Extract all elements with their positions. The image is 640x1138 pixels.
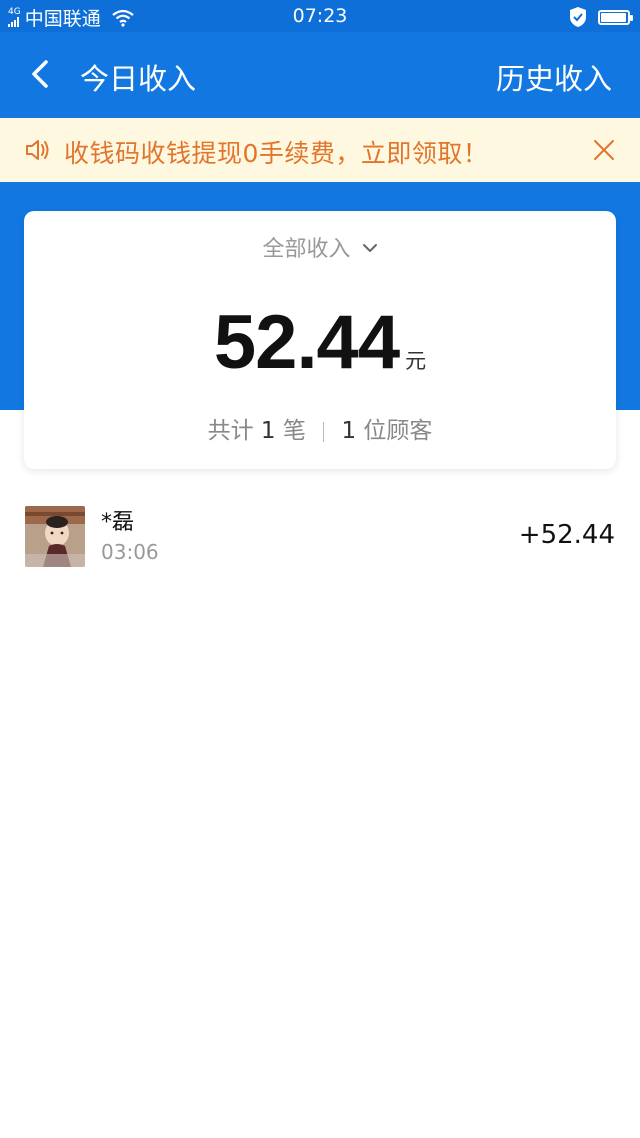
promo-notice-bar[interactable]: 收钱码收钱提现0手续费，立即领取！ — [0, 118, 640, 182]
back-arrow-icon[interactable] — [22, 54, 62, 94]
income-filter-dropdown[interactable]: 全部收入 — [24, 231, 616, 263]
divider — [323, 421, 325, 442]
payment-amount: +52.44 — [518, 520, 615, 550]
status-bar: 4G 中国联通 07:23 — [0, 0, 640, 32]
meta-prefix: 共计 — [207, 418, 254, 444]
avatar-photo — [25, 506, 85, 567]
customer-count: 1 — [341, 418, 357, 444]
battery-icon — [598, 9, 633, 25]
transaction-count: 1 — [260, 418, 276, 444]
security-shield-icon — [570, 7, 586, 27]
list-item[interactable]: *磊 03:06 +52.44 — [0, 506, 640, 570]
battery-level — [601, 12, 626, 22]
payer-name: *磊 — [101, 510, 135, 535]
chevron-down-icon — [362, 244, 377, 252]
nav-bar: 今日收入 历史收入 — [0, 32, 640, 118]
avatar — [25, 506, 85, 567]
payment-time: 03:06 — [101, 540, 159, 564]
income-summary-card: 全部收入 52.44 元 共计 1 笔 1 位顾客 — [24, 211, 616, 469]
page-title: 今日收入 — [80, 62, 197, 96]
history-income-link[interactable]: 历史收入 — [496, 56, 612, 98]
customer-count-unit: 位顾客 — [363, 418, 433, 444]
total-amount: 52.44 — [213, 300, 400, 385]
transaction-summary: 共计 1 笔 1 位顾客 — [24, 411, 616, 445]
currency-unit: 元 — [405, 349, 427, 373]
income-filter-label: 全部收入 — [262, 237, 351, 262]
close-icon[interactable] — [590, 136, 618, 164]
speaker-icon — [26, 140, 49, 160]
status-time: 07:23 — [292, 5, 348, 27]
promo-notice-text[interactable]: 收钱码收钱提现0手续费，立即领取！ — [64, 134, 488, 170]
transaction-count-unit: 笔 — [282, 418, 306, 444]
status-right — [568, 6, 633, 28]
total-amount-row: 52.44 元 — [24, 299, 616, 386]
